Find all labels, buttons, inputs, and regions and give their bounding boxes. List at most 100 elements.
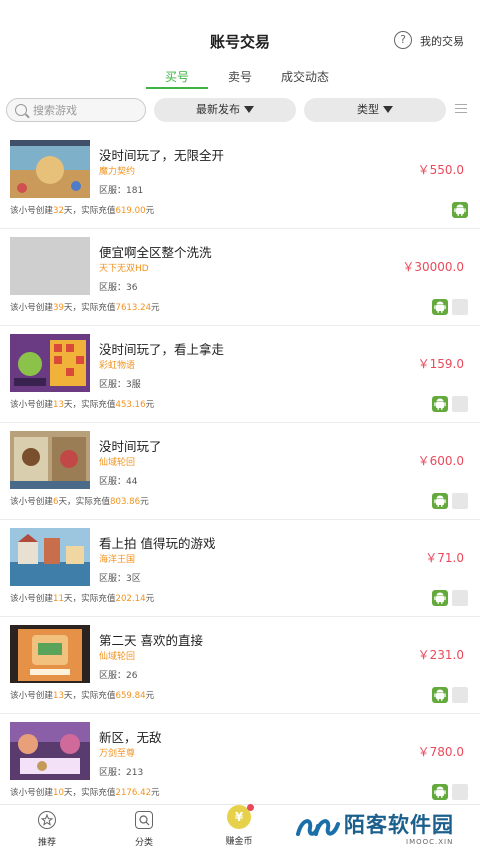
server-info: 区服：44 xyxy=(99,477,138,487)
recharge-amount: 453.16 xyxy=(115,400,146,410)
sort-dropdown[interactable]: 最新发布 xyxy=(154,98,296,122)
server-info: 区服：3区 xyxy=(99,574,141,584)
category-icon xyxy=(135,811,153,829)
header: 账号交易 ? 我的交易 xyxy=(0,0,480,64)
nav-category[interactable]: 分类 xyxy=(114,811,174,848)
price: ￥159.0 xyxy=(417,357,464,371)
android-icon xyxy=(432,687,448,703)
created-days: 39 xyxy=(52,303,64,313)
android-icon xyxy=(452,202,468,218)
android-icon xyxy=(432,299,448,315)
active-tab-indicator xyxy=(146,87,208,89)
nav-recommend[interactable]: 推荐 xyxy=(17,811,77,848)
game-thumbnail xyxy=(10,140,90,198)
tab-deals[interactable]: 成交动态 xyxy=(281,68,329,85)
caret-down-icon xyxy=(244,106,254,113)
recharge-amount: 202.14 xyxy=(115,594,146,604)
account-meta: 该小号创建10天，实际充值2176.42元 xyxy=(10,788,160,798)
game-thumbnail xyxy=(10,625,90,683)
listing-item[interactable]: 没时间玩了 仙域轮回 区服：44 ￥600.0 该小号创建6天，实际充值803.86元 xyxy=(0,423,480,520)
listing-item[interactable]: 新区，无敌 万剑至尊 区服：213 ￥780.0 该小号创建10天，实际充值2176.4… xyxy=(0,714,480,811)
search-icon xyxy=(15,104,27,116)
account-meta: 该小号创建13天，实际充值453.16元 xyxy=(10,400,155,410)
account-meta: 该小号创建11天，实际充值202.14元 xyxy=(10,594,155,604)
created-days: 32 xyxy=(52,206,64,216)
price: ￥30000.0 xyxy=(402,260,464,274)
nav-earn-coins[interactable]: ¥ 赚金币 xyxy=(209,804,269,847)
game-thumbnail xyxy=(10,722,90,780)
price: ￥780.0 xyxy=(417,745,464,759)
listing-item[interactable]: 看上拍 值得玩的游戏海洋王国区服：3区 ￥71.0 该小号创建11天，实际充值202… xyxy=(0,520,480,617)
created-days: 10 xyxy=(52,788,64,798)
type-dropdown[interactable]: 类型 xyxy=(304,98,446,122)
listing-item[interactable]: 便宜啊全区整个洗洗天下无双HD 区服：36 ￥30000.0 该小号创建39天，实际充… xyxy=(0,229,480,326)
account-meta: 该小号创建6天，实际充值803.86元 xyxy=(10,497,149,507)
recharge-amount: 7613.24 xyxy=(115,303,152,313)
listing-item[interactable]: 没时间玩了，无限全开魔力契约区服：181 ￥550.0 该小号创建32天，实际充值6… xyxy=(0,132,480,229)
listing-title: 看上拍 值得玩的游戏 xyxy=(99,536,216,551)
server-info: 区服：213 xyxy=(99,768,144,778)
sort-label: 最新发布 xyxy=(196,103,240,116)
platform-placeholder-icon xyxy=(452,590,468,606)
game-thumbnail xyxy=(10,334,90,392)
recharge-amount: 803.86 xyxy=(110,497,141,507)
price: ￥600.0 xyxy=(417,454,464,468)
nav-label: 赚金币 xyxy=(225,837,253,847)
game-name: 仙域轮回 xyxy=(99,458,136,468)
star-icon xyxy=(38,811,56,829)
watermark: 陌客软件园 IMOOC.XIN xyxy=(296,806,480,852)
search-box[interactable] xyxy=(6,98,146,122)
search-input[interactable] xyxy=(33,103,141,118)
game-name: 天下无双HD xyxy=(99,264,149,274)
android-icon xyxy=(432,493,448,509)
recharge-amount: 2176.42 xyxy=(115,788,152,798)
notification-dot xyxy=(247,804,254,811)
game-thumbnail xyxy=(10,528,90,586)
tab-buy[interactable]: 买号 xyxy=(165,68,189,85)
platform-placeholder-icon xyxy=(452,493,468,509)
created-days: 11 xyxy=(52,594,64,604)
price: ￥231.0 xyxy=(417,648,464,662)
listing-title: 没时间玩了，无限全开 xyxy=(99,148,225,163)
game-thumbnail xyxy=(10,237,90,295)
account-meta: 该小号创建39天，实际充值7613.24元 xyxy=(10,303,160,313)
server-info: 区服：36 xyxy=(99,283,138,293)
listing-title: 便宜啊全区整个洗洗 xyxy=(99,245,212,260)
listing-title: 没时间玩了，看上拿走 xyxy=(99,342,225,357)
filter-bar: 最新发布 类型 xyxy=(0,96,480,124)
price: ￥71.0 xyxy=(425,551,464,565)
type-label: 类型 xyxy=(357,103,379,116)
caret-down-icon xyxy=(383,106,393,113)
account-meta: 该小号创建32天，实际充值619.00元 xyxy=(10,206,155,216)
platform-placeholder-icon xyxy=(452,687,468,703)
tab-bar: 买号 卖号 成交动态 xyxy=(0,64,480,90)
game-name: 彩虹物语 xyxy=(99,361,136,371)
watermark-subtext: IMOOC.XIN xyxy=(406,838,454,846)
coin-icon: ¥ xyxy=(227,804,254,829)
platform-placeholder-icon xyxy=(452,299,468,315)
listing-title: 第二天 喜欢的直接 xyxy=(99,633,203,648)
tab-sell[interactable]: 卖号 xyxy=(228,68,252,85)
recharge-amount: 659.84 xyxy=(115,691,146,701)
watermark-text: 陌客软件园 xyxy=(344,813,454,837)
server-info: 区服：181 xyxy=(99,186,144,196)
price: ￥550.0 xyxy=(417,163,464,177)
game-name: 万剑至尊 xyxy=(99,749,136,759)
created-days: 13 xyxy=(52,691,64,701)
game-name: 魔力契约 xyxy=(99,167,136,177)
created-days: 13 xyxy=(52,400,64,410)
platform-placeholder-icon xyxy=(452,784,468,800)
android-icon xyxy=(432,784,448,800)
my-trade-link[interactable]: 我的交易 xyxy=(420,33,464,49)
game-thumbnail xyxy=(10,431,90,489)
android-icon xyxy=(432,396,448,412)
account-meta: 该小号创建13天，实际充值659.84元 xyxy=(10,691,155,701)
help-icon[interactable]: ? xyxy=(394,31,412,49)
game-name: 海洋王国 xyxy=(99,555,136,565)
listing-item[interactable]: 没时间玩了，看上拿走 彩虹物语 区服：3服 ￥159.0 该小号创建13天，实际充值45… xyxy=(0,326,480,423)
watermark-logo-icon xyxy=(296,819,340,836)
android-icon xyxy=(432,590,448,606)
list-view-icon[interactable] xyxy=(455,104,467,115)
game-name: 仙域轮回 xyxy=(99,652,136,662)
listing-item[interactable]: 第二天 喜欢的直接 仙域轮回 区服：26 ￥231.0 该小号创建13天，实际充值659… xyxy=(0,617,480,714)
